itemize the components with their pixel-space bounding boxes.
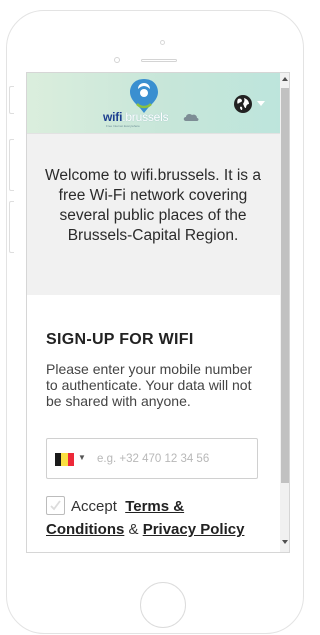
signup-title: SIGN-UP FOR WIFI bbox=[46, 331, 194, 348]
volume-up-button bbox=[9, 139, 14, 191]
logo-tagline: Free Internet Everywhere bbox=[106, 124, 140, 128]
cloud-icon bbox=[183, 113, 199, 121]
privacy-policy-link[interactable]: Privacy Policy bbox=[143, 521, 245, 538]
terms-acceptance: Accept Terms & Conditions & Privacy Poli… bbox=[46, 495, 266, 541]
country-code-selector[interactable]: ▼ bbox=[47, 439, 92, 478]
belgium-flag-icon bbox=[55, 453, 74, 466]
scrollbar-thumb[interactable] bbox=[281, 88, 289, 483]
volume-down-button bbox=[9, 201, 14, 253]
signup-description: Please enter your mobile number to authe… bbox=[46, 361, 253, 409]
wifi-brussels-logo[interactable]: wifi.brussels Free Internet Everywhere bbox=[103, 77, 203, 129]
intro-text: Welcome to wifi.brussels. It is a free W… bbox=[45, 167, 261, 244]
home-button bbox=[140, 582, 186, 628]
earpiece-speaker bbox=[141, 59, 177, 62]
caret-down-icon: ▼ bbox=[78, 453, 86, 462]
language-selector-button[interactable] bbox=[233, 93, 267, 115]
scroll-down-arrow[interactable] bbox=[282, 540, 288, 544]
caret-down-icon bbox=[257, 101, 265, 106]
logo-wordmark: wifi.brussels bbox=[103, 110, 169, 124]
vertical-scrollbar[interactable] bbox=[280, 73, 289, 552]
silent-switch bbox=[9, 86, 14, 114]
accept-label: Accept bbox=[71, 498, 117, 515]
logo-wifi-text: wifi bbox=[103, 110, 123, 124]
checkmark-icon bbox=[50, 500, 61, 511]
phone-number-input[interactable] bbox=[93, 440, 257, 477]
accept-terms-checkbox[interactable] bbox=[46, 496, 65, 515]
front-camera bbox=[160, 40, 165, 45]
signup-form: SIGN-UP FOR WIFI Please enter your mobil… bbox=[27, 295, 280, 552]
proximity-sensor bbox=[114, 57, 120, 63]
logo-brussels-text: .brussels bbox=[122, 110, 169, 124]
site-header: wifi.brussels Free Internet Everywhere bbox=[27, 73, 280, 133]
and-label: & bbox=[128, 521, 139, 538]
scroll-up-arrow[interactable] bbox=[282, 77, 288, 81]
intro-section: Welcome to wifi.brussels. It is a free W… bbox=[27, 133, 280, 296]
screen: wifi.brussels Free Internet Everywhere W… bbox=[26, 72, 290, 553]
phone-number-group: ▼ bbox=[46, 438, 258, 479]
globe-icon bbox=[234, 95, 252, 113]
flag-stripe-red bbox=[67, 453, 74, 466]
